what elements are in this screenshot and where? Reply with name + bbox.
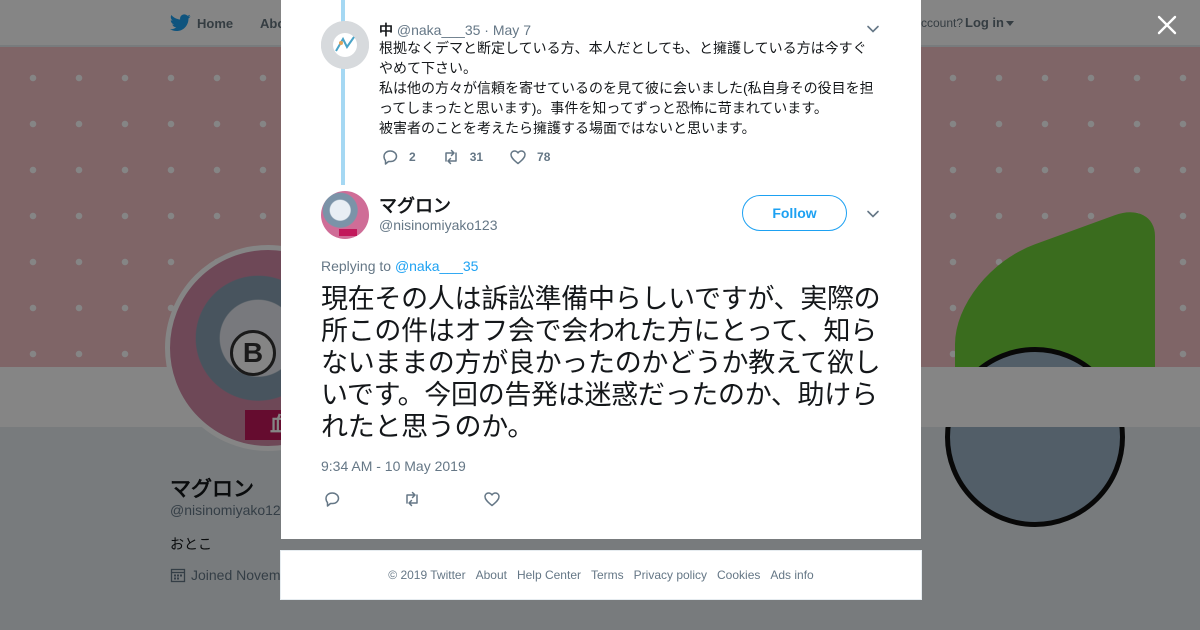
retweet-icon bbox=[444, 149, 457, 165]
reply-icon[interactable] bbox=[323, 490, 341, 508]
like-icon bbox=[510, 150, 526, 165]
main-author-name[interactable]: マグロン bbox=[379, 192, 451, 218]
reply-icon bbox=[383, 150, 398, 165]
chevron-down-icon[interactable] bbox=[866, 22, 880, 36]
parent-tweet-text: 根拠なくデマと断定している方、本人だとしても、と擁護している方は今すぐやめて下さ… bbox=[379, 38, 879, 138]
modal-footer: © 2019 Twitter About Help Center Terms P… bbox=[280, 550, 922, 600]
footer-copyright: © 2019 Twitter bbox=[388, 568, 466, 582]
parent-tweet-header: 中 @naka___35 · May 7 bbox=[379, 20, 531, 40]
parent-tweet-line: 私は他の方々が信頼を寄せているのを見て彼に会いました(私自身その役目を担ってしま… bbox=[379, 80, 874, 116]
like-icon[interactable] bbox=[483, 490, 501, 508]
parent-author-name[interactable]: 中 bbox=[379, 22, 393, 38]
replying-prefix: Replying to bbox=[321, 258, 392, 274]
parent-tweet-actions: 2 31 78 bbox=[381, 148, 576, 166]
like-button[interactable]: 78 bbox=[509, 148, 550, 166]
parent-tweet-line: 根拠なくデマと断定している方、本人だとしても、と擁護している方は今すぐやめて下さ… bbox=[379, 40, 867, 76]
close-button[interactable] bbox=[1155, 13, 1179, 37]
avatar-tag bbox=[339, 229, 357, 236]
separator-dot: · bbox=[484, 22, 489, 38]
replying-to: Replying to @naka___35 bbox=[321, 258, 478, 274]
footer-link-privacy[interactable]: Privacy policy bbox=[634, 568, 707, 582]
like-count: 78 bbox=[537, 150, 551, 164]
retweet-count: 31 bbox=[469, 150, 484, 164]
parent-tweet-date[interactable]: May 7 bbox=[493, 22, 531, 38]
follow-button[interactable]: Follow bbox=[742, 195, 847, 231]
parent-tweet-line: 被害者のことを考えたら擁護する場面ではないと思います。 bbox=[379, 120, 756, 136]
chevron-down-icon[interactable] bbox=[866, 207, 880, 221]
parent-author-handle[interactable]: @naka___35 bbox=[397, 22, 481, 38]
reply-count: 2 bbox=[409, 150, 416, 164]
footer-link-ads-info[interactable]: Ads info bbox=[770, 568, 813, 582]
main-tweet-avatar[interactable] bbox=[321, 191, 369, 239]
tweet-permalink-modal: 中 @naka___35 · May 7 根拠なくデマと断定している方、本人だと… bbox=[281, 0, 921, 539]
parent-tweet-avatar[interactable] bbox=[321, 21, 369, 69]
tweet-timestamp[interactable]: 9:34 AM - 10 May 2019 bbox=[321, 458, 466, 474]
reply-button[interactable]: 2 bbox=[381, 148, 416, 166]
retweet-icon[interactable] bbox=[403, 490, 421, 508]
retweet-button[interactable]: 31 bbox=[442, 148, 483, 166]
footer-link-terms[interactable]: Terms bbox=[591, 568, 624, 582]
footer-link-help-center[interactable]: Help Center bbox=[517, 568, 581, 582]
footer-link-cookies[interactable]: Cookies bbox=[717, 568, 760, 582]
close-icon bbox=[1157, 15, 1177, 35]
replying-to-link[interactable]: @naka___35 bbox=[395, 258, 479, 274]
main-tweet-text: 現在その人は訴訟準備中らしいですが、実際の所この件はオフ会で会われた方にとって、… bbox=[321, 284, 881, 443]
main-author-handle[interactable]: @nisinomiyako123 bbox=[379, 217, 498, 233]
footer-link-about[interactable]: About bbox=[476, 568, 507, 582]
avatar-image bbox=[321, 21, 369, 69]
main-tweet-actions bbox=[323, 490, 563, 508]
